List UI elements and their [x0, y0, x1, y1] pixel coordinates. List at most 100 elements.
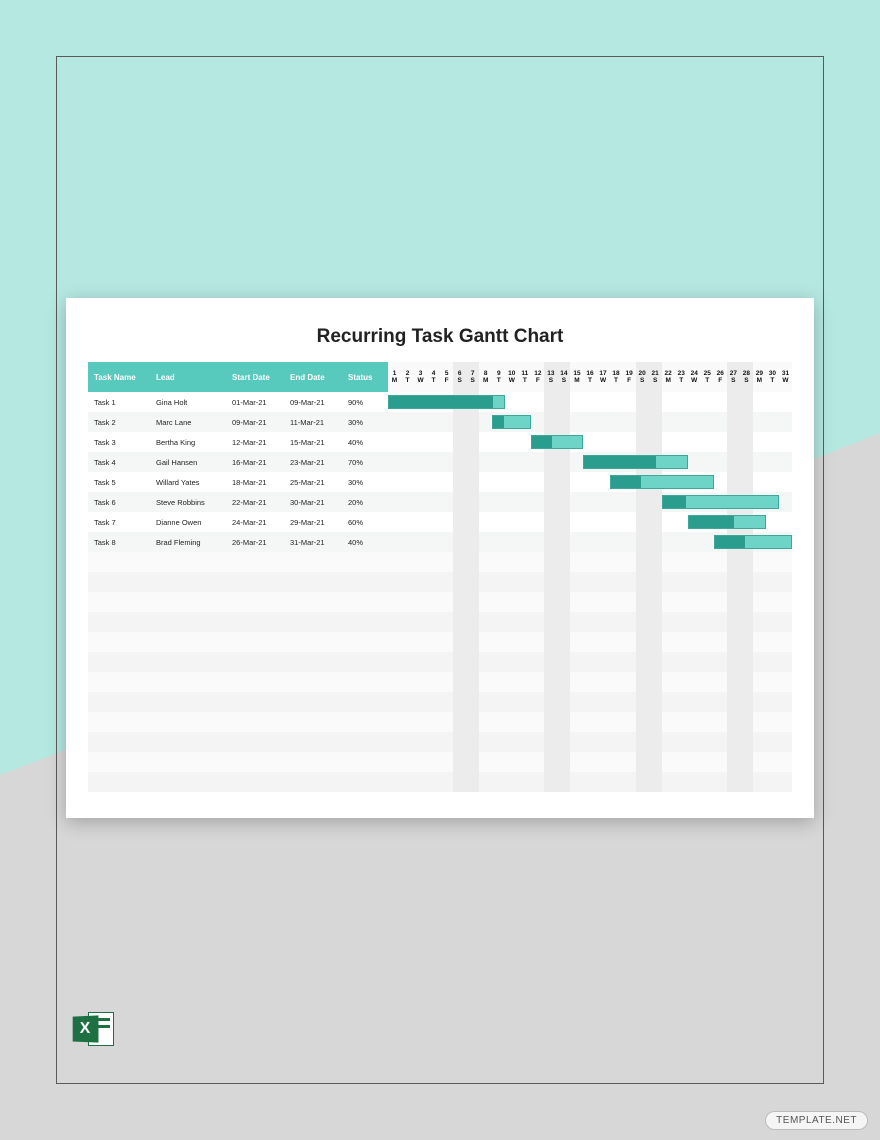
cell: Task 4 [88, 452, 156, 472]
empty-row [88, 692, 792, 712]
day-header-cell: 24W [688, 362, 701, 392]
cell: 40% [348, 432, 388, 452]
gantt-area [388, 452, 792, 472]
empty-row [88, 572, 792, 592]
col-header-task: Task Name [88, 362, 156, 392]
table-row: Task 8Brad Fleming26-Mar-2131-Mar-2140% [88, 532, 792, 552]
day-header-cell: 5F [440, 362, 453, 392]
cell: Marc Lane [156, 412, 232, 432]
table-row: Task 2Marc Lane09-Mar-2111-Mar-2130% [88, 412, 792, 432]
gantt-bar-progress [611, 476, 642, 488]
day-header-cell: 20S [636, 362, 649, 392]
gantt-bar-progress [689, 516, 735, 528]
day-header-cell: 17W [597, 362, 610, 392]
cell: 40% [348, 532, 388, 552]
day-header-cell: 6S [453, 362, 466, 392]
day-header-cell: 31W [779, 362, 792, 392]
cell: Task 1 [88, 392, 156, 412]
day-header-cell: 14S [557, 362, 570, 392]
gantt-area [388, 392, 792, 412]
cell: 15-Mar-21 [290, 432, 348, 452]
empty-row [88, 752, 792, 772]
cell: Task 7 [88, 512, 156, 532]
table-row: Task 7Dianne Owen24-Mar-2129-Mar-2160% [88, 512, 792, 532]
empty-row [88, 672, 792, 692]
day-header-cell: 4T [427, 362, 440, 392]
gantt-sheet: Task Name Lead Start Date End Date Statu… [88, 362, 792, 792]
gantt-bar [714, 535, 792, 549]
col-header-lead: Lead [156, 362, 232, 392]
gantt-bar-progress [715, 536, 745, 548]
day-header-cell: 8M [479, 362, 492, 392]
excel-icon: X [72, 1008, 114, 1050]
header-row: Task Name Lead Start Date End Date Statu… [88, 362, 792, 392]
cell: 70% [348, 452, 388, 472]
table-row: Task 3Bertha King12-Mar-2115-Mar-2140% [88, 432, 792, 452]
day-header-cell: 1M [388, 362, 401, 392]
empty-row [88, 612, 792, 632]
gantt-bar-progress [532, 436, 552, 448]
gantt-bar [492, 415, 531, 429]
cell: 09-Mar-21 [232, 412, 290, 432]
day-header-cell: 19F [623, 362, 636, 392]
cell: 11-Mar-21 [290, 412, 348, 432]
cell: 30% [348, 412, 388, 432]
empty-row [88, 592, 792, 612]
day-header-cell: 11T [518, 362, 531, 392]
cell: Task 5 [88, 472, 156, 492]
cell: Task 8 [88, 532, 156, 552]
cell: 29-Mar-21 [290, 512, 348, 532]
cell: Task 3 [88, 432, 156, 452]
table-row: Task 1Gina Holt01-Mar-2109-Mar-2190% [88, 392, 792, 412]
gantt-bar [662, 495, 779, 509]
day-header-cell: 3W [414, 362, 427, 392]
gantt-area [388, 472, 792, 492]
cell: 01-Mar-21 [232, 392, 290, 412]
cell: Gina Holt [156, 392, 232, 412]
cell: 16-Mar-21 [232, 452, 290, 472]
col-header-start: Start Date [232, 362, 290, 392]
day-header-cell: 7S [466, 362, 479, 392]
day-header-cell: 10W [505, 362, 518, 392]
gantt-bar [688, 515, 766, 529]
cell: 22-Mar-21 [232, 492, 290, 512]
day-header-cell: 25T [701, 362, 714, 392]
watermark: TEMPLATE.NET [765, 1111, 868, 1130]
gantt-area [388, 492, 792, 512]
document-preview: Recurring Task Gantt Chart Task Name Lea… [66, 298, 814, 818]
col-header-status: Status [348, 362, 388, 392]
gantt-bar [610, 475, 714, 489]
cell: 31-Mar-21 [290, 532, 348, 552]
gantt-bar-progress [493, 416, 504, 428]
day-header: 1M2T3W4T5F6S7S8M9T10W11T12F13S14S15M16T1… [388, 362, 792, 392]
empty-row [88, 732, 792, 752]
gantt-bar [531, 435, 583, 449]
day-header-cell: 9T [492, 362, 505, 392]
day-header-cell: 18T [610, 362, 623, 392]
page-title: Recurring Task Gantt Chart [88, 326, 792, 348]
table-row: Task 5Willard Yates18-Mar-2125-Mar-2130% [88, 472, 792, 492]
gantt-area [388, 512, 792, 532]
cell: 23-Mar-21 [290, 452, 348, 472]
day-header-cell: 23T [675, 362, 688, 392]
gantt-bar [583, 455, 687, 469]
cell: Willard Yates [156, 472, 232, 492]
day-header-cell: 12F [531, 362, 544, 392]
col-header-end: End Date [290, 362, 348, 392]
day-header-cell: 2T [401, 362, 414, 392]
cell: 26-Mar-21 [232, 532, 290, 552]
day-header-cell: 21S [649, 362, 662, 392]
day-header-cell: 28S [740, 362, 753, 392]
cell: Gail Hansen [156, 452, 232, 472]
cell: 30% [348, 472, 388, 492]
gantt-bar-progress [389, 396, 493, 408]
day-header-cell: 29M [753, 362, 766, 392]
gantt-area [388, 432, 792, 452]
day-header-cell: 27S [727, 362, 740, 392]
cell: 30-Mar-21 [290, 492, 348, 512]
day-header-cell: 30T [766, 362, 779, 392]
excel-badge: X [73, 1015, 99, 1042]
gantt-bar-progress [584, 456, 656, 468]
day-header-cell: 22M [662, 362, 675, 392]
cell: Dianne Owen [156, 512, 232, 532]
